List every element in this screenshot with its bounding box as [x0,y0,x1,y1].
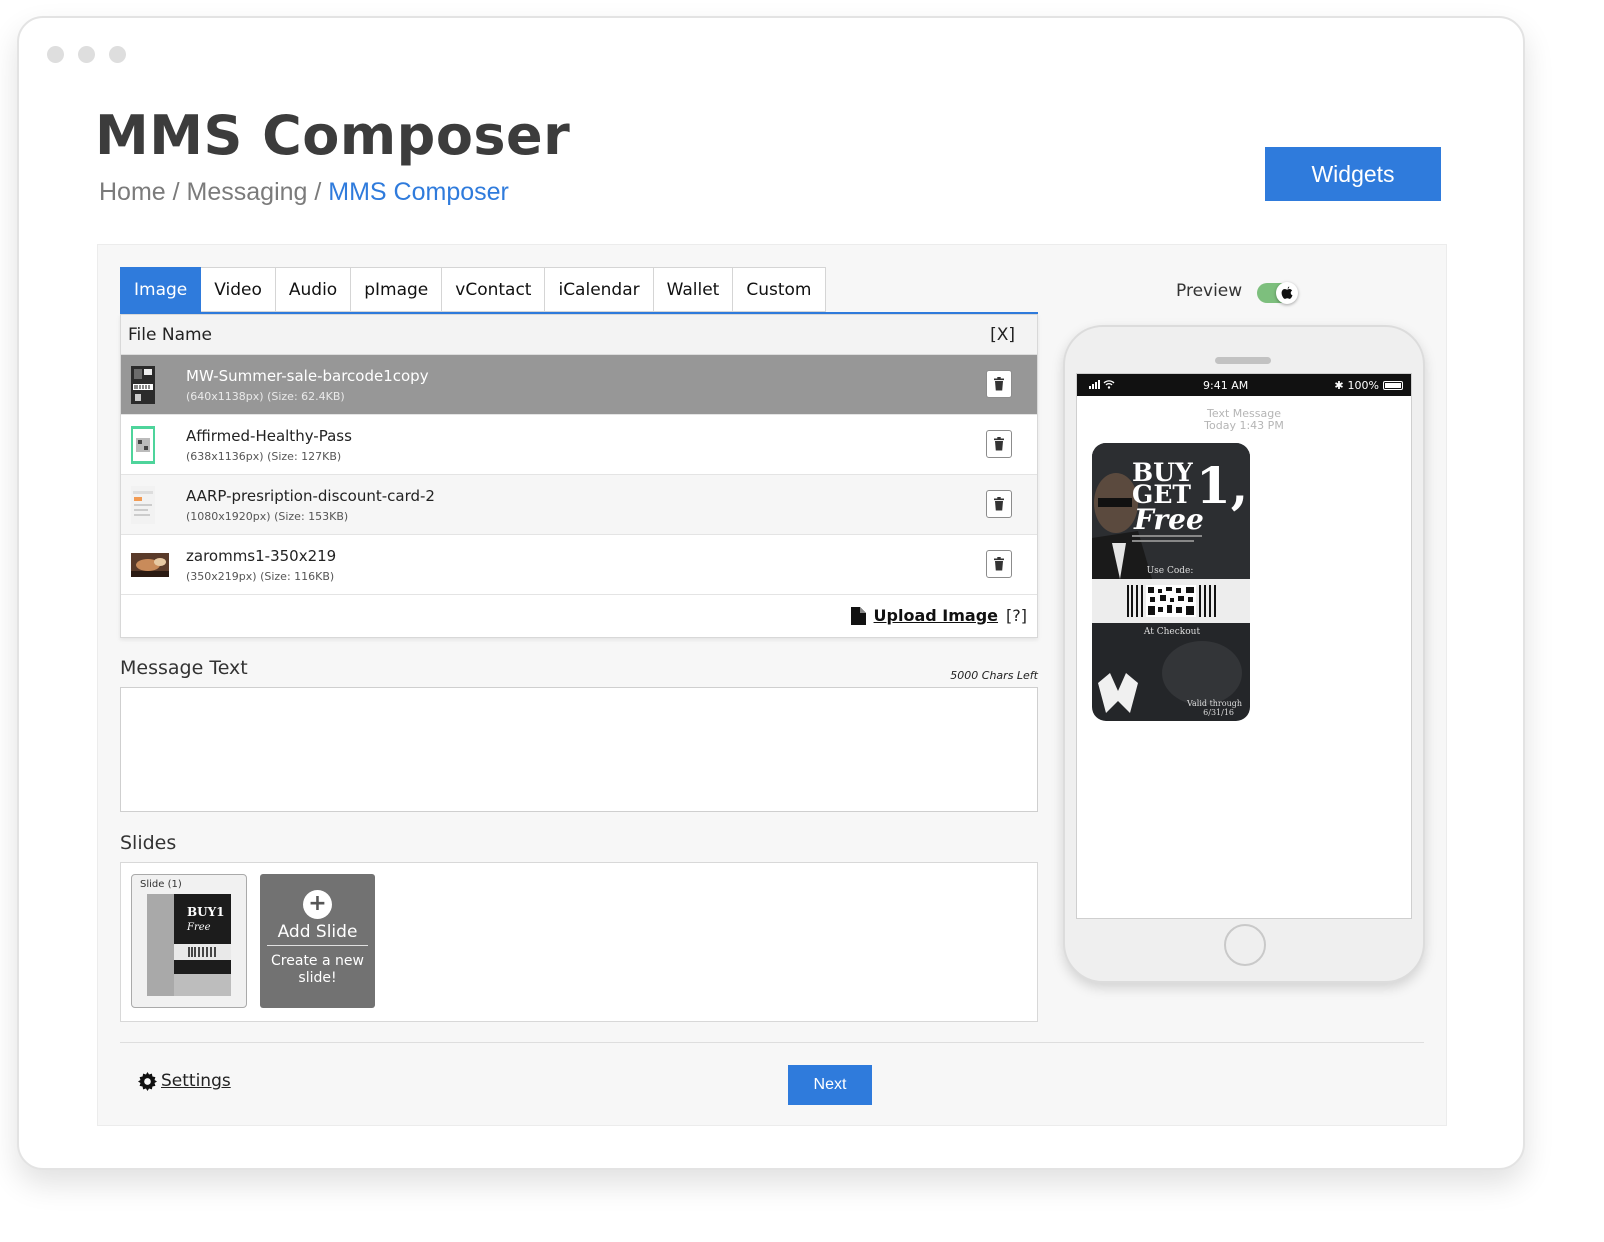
breadcrumb-home[interactable]: Home [99,178,166,206]
breadcrumb: Home / Messaging / MMS Composer [99,178,509,207]
breadcrumb-messaging[interactable]: Messaging [187,178,308,206]
phone-home-button [1224,924,1266,966]
upload-image-link[interactable]: Upload Image [874,606,998,625]
add-slide-description: Create a new slide! [271,953,364,986]
file-list-header: File Name [X] [121,315,1037,355]
slide-card[interactable]: Slide (1) BUY1 Free [131,874,247,1008]
tab-video[interactable]: Video [201,267,276,312]
file-icon [850,606,866,625]
file-row[interactable]: MW-Summer-sale-barcode1copy (640x1138px)… [121,355,1037,415]
page-title: MMS Composer [95,104,571,167]
file-row[interactable]: zaromms1-350x219 (350x219px) (Size: 116K… [121,535,1037,595]
phone-speaker [1215,357,1271,364]
file-row[interactable]: Affirmed-Healthy-Pass (638x1136px) (Size… [121,415,1037,475]
promo-valid: Valid through [1186,699,1242,708]
tab-icalendar[interactable]: iCalendar [545,267,654,312]
svg-text:BUY1: BUY1 [187,905,225,919]
tab-vcontact[interactable]: vContact [442,267,546,312]
upload-help-button[interactable]: [?] [1006,606,1027,625]
file-thumbnail [131,425,155,464]
file-row[interactable]: AARP-presription-discount-card-2 (1080x1… [121,475,1037,535]
app-window: MMS Composer Home / Messaging / MMS Comp… [17,16,1525,1170]
message-text-label: Message Text [120,657,248,679]
mms-image-preview: BUY 1, GET Free Use Code: At Checkout Va… [1092,443,1250,721]
file-name-heading: File Name [128,324,213,345]
slides-container: Slide (1) BUY1 Free + Add Slide Create a… [120,862,1038,1022]
file-thumbnail [131,365,155,404]
tab-custom[interactable]: Custom [733,267,826,312]
settings-link[interactable]: Settings [161,1071,231,1091]
tab-audio[interactable]: Audio [275,267,352,312]
phone-preview: 9:41 AM ✱ 100% Text Message Today 1:43 P… [1063,325,1425,983]
file-thumbnail [131,485,155,524]
file-meta: (1080x1920px) (Size: 153KB) [186,509,349,523]
file-thumbnail [131,552,169,577]
settings-control[interactable]: Settings [138,1071,231,1091]
delete-file-button[interactable] [986,490,1012,518]
add-slide-button[interactable]: + Add Slide Create a new slide! [260,874,375,1008]
file-name: AARP-presription-discount-card-2 [186,486,435,505]
trash-icon [994,437,1004,451]
window-controls [47,46,126,63]
window-zoom-dot[interactable] [109,46,126,63]
file-meta: (638x1136px) (Size: 127KB) [186,449,342,463]
signal-wifi-icon [1089,379,1117,392]
status-right: ✱ 100% [1334,379,1403,392]
tab-image[interactable]: Image [120,267,202,312]
slide-label: Slide (1) [140,879,182,890]
file-meta: (350x219px) (Size: 116KB) [186,569,335,583]
file-name: zaromms1-350x219 [186,546,337,565]
file-name: MW-Summer-sale-barcode1copy [186,366,429,385]
message-meta: Text Message Today 1:43 PM [1077,408,1411,432]
breadcrumb-sep: / [307,178,329,206]
preview-toggle[interactable] [1257,282,1298,304]
promo-use-code: Use Code: [1147,566,1194,576]
trash-icon [994,377,1004,391]
composer-panel: Image Video Audio pImage vContact iCalen… [97,244,1447,1126]
delete-file-button[interactable] [986,430,1012,458]
promo-free: Free [1133,503,1204,536]
footer-divider [120,1042,1424,1043]
add-slide-title: Add Slide [267,922,368,946]
plus-icon: + [303,890,332,919]
phone-screen: 9:41 AM ✱ 100% Text Message Today 1:43 P… [1076,373,1412,919]
preview-label: Preview [1176,281,1243,301]
tab-wallet[interactable]: Wallet [653,267,734,312]
promo-number: 1, [1196,456,1248,515]
promo-valid-date: 6/31/16 [1203,708,1234,717]
message-time: Today 1:43 PM [1204,419,1284,432]
file-name: Affirmed-Healthy-Pass [186,426,352,445]
next-button[interactable]: Next [788,1065,872,1105]
upload-image-control: Upload Image [?] [850,606,1027,625]
status-time: 9:41 AM [1203,378,1249,392]
battery-icon [1382,380,1403,390]
apple-icon [1276,282,1298,304]
window-minimize-dot[interactable] [78,46,95,63]
promo-at-checkout: At Checkout [1143,627,1201,637]
slide-thumbnail: BUY1 Free [147,894,231,996]
breadcrumb-sep: / [165,178,187,206]
tab-pimage[interactable]: pImage [351,267,443,312]
delete-file-button[interactable] [986,550,1012,578]
trash-icon [994,497,1004,511]
gear-icon [138,1071,157,1091]
battery-percent: 100% [1347,378,1379,392]
bluetooth-icon: ✱ [1334,378,1344,392]
trash-icon [994,557,1004,571]
svg-text:Free: Free [186,922,211,933]
close-file-list-button[interactable]: [X] [990,325,1015,345]
file-meta: (640x1138px) (Size: 62.4KB) [186,389,345,403]
widgets-button[interactable]: Widgets [1265,147,1441,201]
promo-image: BUY 1, GET Free Use Code: At Checkout Va… [1092,443,1250,721]
slides-label: Slides [120,832,177,854]
delete-file-button[interactable] [986,370,1012,398]
message-text-input[interactable] [120,687,1038,812]
window-close-dot[interactable] [47,46,64,63]
media-tabs: Image Video Audio pImage vContact iCalen… [120,267,1038,314]
file-list: File Name [X] MW-Summer-sale-barcode1cop… [120,314,1038,638]
breadcrumb-current: MMS Composer [328,178,509,206]
chars-left-counter: 5000 Chars Left [950,669,1038,682]
phone-status-bar: 9:41 AM ✱ 100% [1077,374,1411,396]
